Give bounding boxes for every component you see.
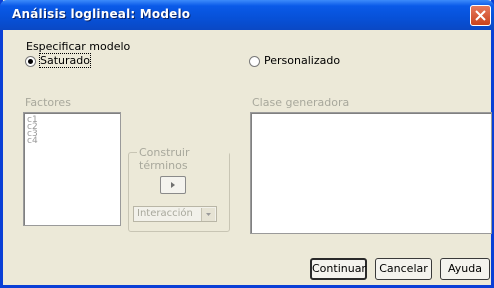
- move-term-button[interactable]: [160, 176, 186, 194]
- help-button[interactable]: Ayuda: [440, 258, 490, 280]
- generating-class-list[interactable]: [250, 112, 492, 234]
- factors-list[interactable]: c1 c2 c3 c4: [23, 112, 121, 226]
- saturated-label[interactable]: Saturado: [39, 53, 91, 68]
- chevron-down-icon: [206, 213, 211, 216]
- build-terms-label: Construir términos: [137, 146, 229, 172]
- dialog-window: Análisis loglineal: Modelo Especificar m…: [0, 0, 494, 288]
- window-title: Análisis loglineal: Modelo: [12, 7, 191, 21]
- custom-radio[interactable]: [249, 56, 260, 67]
- title-bar[interactable]: Análisis loglineal: Modelo: [0, 0, 494, 30]
- list-item[interactable]: c2: [24, 123, 120, 132]
- generating-class-label: Clase generadora: [252, 96, 350, 109]
- list-item[interactable]: c1: [24, 116, 120, 125]
- combo-arrow[interactable]: [201, 208, 215, 221]
- radio-dot: [28, 59, 33, 64]
- saturated-radio[interactable]: [25, 56, 36, 67]
- combo-value: Interacción: [137, 208, 193, 219]
- cancel-button[interactable]: Cancelar: [375, 258, 432, 280]
- specify-model-label: Especificar modelo: [26, 40, 131, 53]
- close-icon: [475, 10, 486, 21]
- close-button[interactable]: [470, 5, 491, 26]
- term-type-combo[interactable]: Interacción: [133, 206, 217, 222]
- custom-label[interactable]: Personalizado: [264, 54, 340, 67]
- factors-label: Factores: [25, 96, 71, 109]
- arrow-right-icon: [171, 182, 175, 188]
- continue-button[interactable]: Continuar: [310, 258, 367, 280]
- list-item[interactable]: c3: [24, 130, 120, 139]
- list-item[interactable]: c4: [24, 137, 120, 146]
